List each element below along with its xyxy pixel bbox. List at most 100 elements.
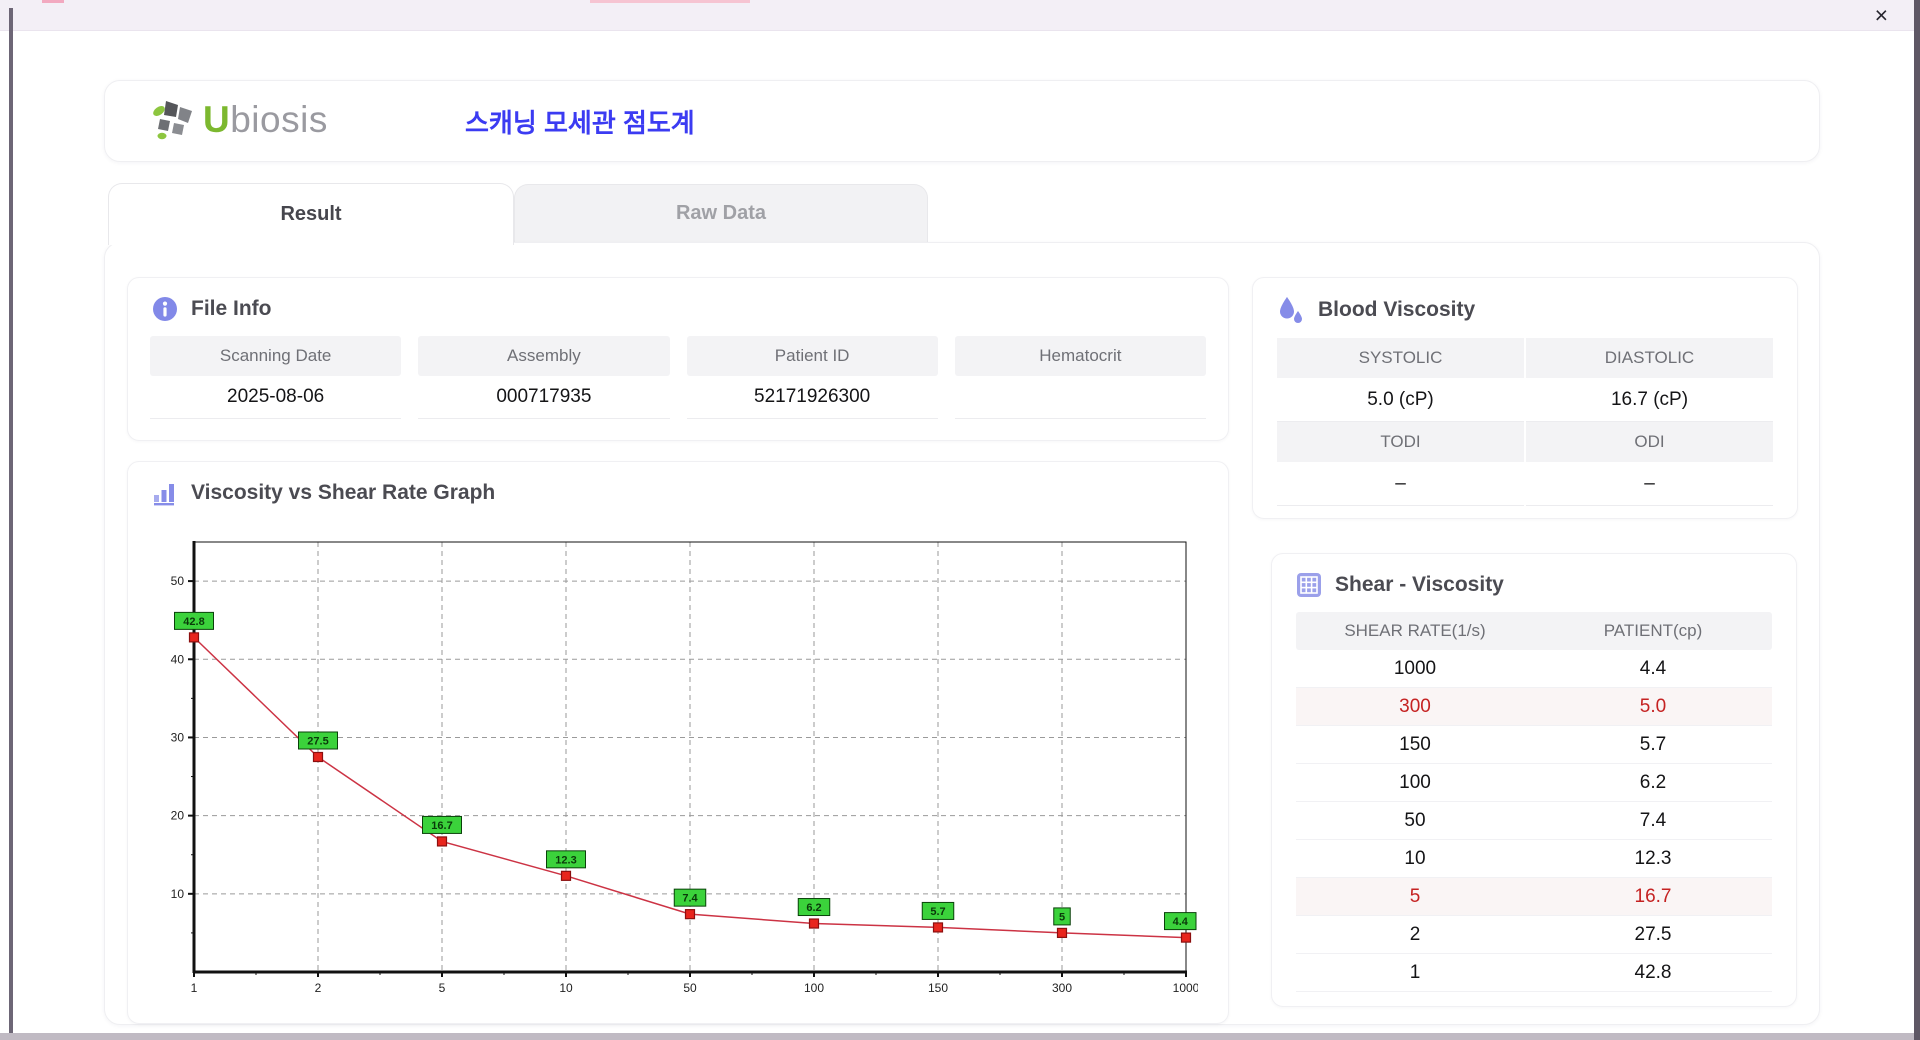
logo-letters-rest: biosis xyxy=(230,99,328,140)
svg-text:300: 300 xyxy=(1052,981,1072,995)
blood-viscosity-table: SYSTOLIC DIASTOLIC 5.0 (cP) 16.7 (cP) TODI OD… xyxy=(1253,338,1797,506)
svg-text:10: 10 xyxy=(559,981,573,995)
graph-title: Viscosity vs Shear Rate Graph xyxy=(191,481,496,504)
patient-viscosity-cell: 5.0 xyxy=(1639,695,1667,717)
svg-text:16.7: 16.7 xyxy=(431,820,452,832)
svg-text:1: 1 xyxy=(191,981,198,995)
ubiosis-logo: Ubiosis xyxy=(151,97,328,143)
window-left-border xyxy=(9,8,13,1040)
blood-viscosity-header: Blood Viscosity xyxy=(1253,278,1797,338)
field-value: 52171926300 xyxy=(686,376,938,419)
shear-rate-cell: 100 xyxy=(1399,771,1431,793)
file-info-title: File Info xyxy=(191,297,272,320)
shear-viscosity-table: SHEAR RATE(1/s) PATIENT(cp) 1000 4.4 300 5.… xyxy=(1296,612,1772,992)
shear-rate-cell: 10 xyxy=(1404,847,1426,869)
result-panel: File Info Scanning Date 2025-08-06 Assembl… xyxy=(104,242,1820,1025)
shear-rate-cell: 50 xyxy=(1404,809,1426,831)
svg-text:10: 10 xyxy=(171,887,185,901)
blood-header-cell: DIASTOLIC xyxy=(1526,338,1773,378)
svg-text:2: 2 xyxy=(315,981,322,995)
patient-viscosity-cell: 42.8 xyxy=(1634,961,1672,983)
patient-viscosity-cell: 12.3 xyxy=(1634,847,1672,869)
graph-header: Viscosity vs Shear Rate Graph xyxy=(128,462,1228,520)
svg-text:20: 20 xyxy=(171,809,185,823)
field-label: Scanning Date xyxy=(150,336,402,376)
tab-raw-data[interactable]: Raw Data xyxy=(514,184,928,242)
svg-text:50: 50 xyxy=(171,574,185,588)
blood-viscosity-card: Blood Viscosity SYSTOLIC DIASTOLIC 5.0 (cP… xyxy=(1252,277,1798,519)
shear-table-header-row: SHEAR RATE(1/s) PATIENT(cp) xyxy=(1296,612,1772,650)
shear-rate-cell: 5 xyxy=(1409,885,1421,907)
logo-wordmark: Ubiosis xyxy=(203,97,328,143)
patient-viscosity-cell: 6.2 xyxy=(1639,771,1667,793)
blood-value-cell: 16.7 (cP) xyxy=(1526,378,1773,422)
blood-value-cell: 5.0 (cP) xyxy=(1277,378,1524,422)
window-titlebar xyxy=(0,0,1920,31)
shear-table-row: 10 12.3 xyxy=(1296,840,1772,878)
close-icon[interactable]: × xyxy=(1875,1,1888,29)
blood-header-cell: TODI xyxy=(1277,422,1524,462)
svg-text:5: 5 xyxy=(1059,911,1065,923)
file-info-field: Hematocrit xyxy=(954,336,1206,419)
blood-value-row: 5.0 (cP) 16.7 (cP) xyxy=(1277,378,1773,422)
shear-table-row: 300 5.0 xyxy=(1296,688,1772,726)
svg-text:4.4: 4.4 xyxy=(1173,916,1189,928)
blood-header-row: TODI ODI xyxy=(1277,422,1773,462)
patient-viscosity-cell: 7.4 xyxy=(1639,809,1667,831)
file-info-field: Patient ID 52171926300 xyxy=(686,336,938,419)
shear-viscosity-title: Shear - Viscosity xyxy=(1335,573,1504,596)
tab-result[interactable]: Result xyxy=(108,183,514,245)
ubiosis-logo-icon xyxy=(153,101,192,140)
shear-table-row: 1 42.8 xyxy=(1296,954,1772,992)
table-calculator-icon xyxy=(1297,573,1321,597)
svg-text:12.3: 12.3 xyxy=(555,854,576,866)
window-right-border xyxy=(1914,0,1920,1040)
info-icon xyxy=(153,297,177,321)
svg-text:27.5: 27.5 xyxy=(307,736,328,748)
shear-viscosity-card: Shear - Viscosity SHEAR RATE(1/s) PATIEN… xyxy=(1271,553,1797,1007)
svg-text:5: 5 xyxy=(439,981,446,995)
shear-viscosity-header: Shear - Viscosity xyxy=(1272,554,1796,612)
blood-viscosity-title: Blood Viscosity xyxy=(1318,298,1476,321)
shear-rate-column-header: SHEAR RATE(1/s) xyxy=(1344,621,1486,640)
patient-column-header: PATIENT(cp) xyxy=(1603,621,1703,640)
blood-header-cell: SYSTOLIC xyxy=(1277,338,1524,378)
shear-table-row: 5 16.7 xyxy=(1296,878,1772,916)
svg-text:40: 40 xyxy=(171,652,185,666)
field-label: Hematocrit xyxy=(954,336,1206,376)
screen-artifact xyxy=(590,0,750,3)
viscosity-chart: 10 20 30 40 50 1 2 5 10 50 100 150 300 1000 42.8 27.5 16… xyxy=(168,534,1198,1008)
logo-letter-u: U xyxy=(203,99,231,140)
file-info-card: File Info Scanning Date 2025-08-06 Assembl… xyxy=(127,277,1229,441)
shear-table-row: 50 7.4 xyxy=(1296,802,1772,840)
shear-table-row: 1000 4.4 xyxy=(1296,650,1772,688)
file-info-header: File Info xyxy=(128,278,1228,336)
shear-table-row: 2 27.5 xyxy=(1296,916,1772,954)
svg-text:1000: 1000 xyxy=(1173,981,1198,995)
viscosity-graph-card: Viscosity vs Shear Rate Graph 10 20 30 40 50… xyxy=(127,461,1229,1024)
shear-rate-cell: 150 xyxy=(1399,733,1431,755)
file-info-field: Scanning Date 2025-08-06 xyxy=(150,336,402,419)
shear-table-body: 1000 4.4 300 5.0 150 5.7 100 6.2 50 7.4 10 12.3 5 16.… xyxy=(1296,650,1772,992)
patient-viscosity-cell: 4.4 xyxy=(1639,657,1667,679)
svg-text:7.4: 7.4 xyxy=(682,893,698,905)
field-value xyxy=(954,376,1206,419)
tab-raw-data-label: Raw Data xyxy=(675,202,767,224)
droplets-icon xyxy=(1280,297,1302,323)
patient-viscosity-cell: 16.7 xyxy=(1634,885,1672,907)
app-title-korean: 스캐닝 모세관 점도계 xyxy=(465,108,695,138)
blood-header-cell: ODI xyxy=(1526,422,1773,462)
shear-rate-cell: 300 xyxy=(1399,695,1431,717)
tab-result-label: Result xyxy=(280,203,342,225)
field-label: Assembly xyxy=(418,336,670,376)
shear-rate-cell: 2 xyxy=(1409,923,1421,945)
patient-viscosity-cell: 27.5 xyxy=(1634,923,1672,945)
blood-header-row: SYSTOLIC DIASTOLIC xyxy=(1277,338,1773,378)
svg-text:50: 50 xyxy=(683,981,697,995)
svg-text:150: 150 xyxy=(928,981,948,995)
svg-text:6.2: 6.2 xyxy=(806,902,821,914)
window-bottom-border xyxy=(0,1033,1914,1040)
shear-table-row: 100 6.2 xyxy=(1296,764,1772,802)
blood-value-cell: – xyxy=(1526,462,1773,506)
bar-chart-icon xyxy=(154,484,174,506)
